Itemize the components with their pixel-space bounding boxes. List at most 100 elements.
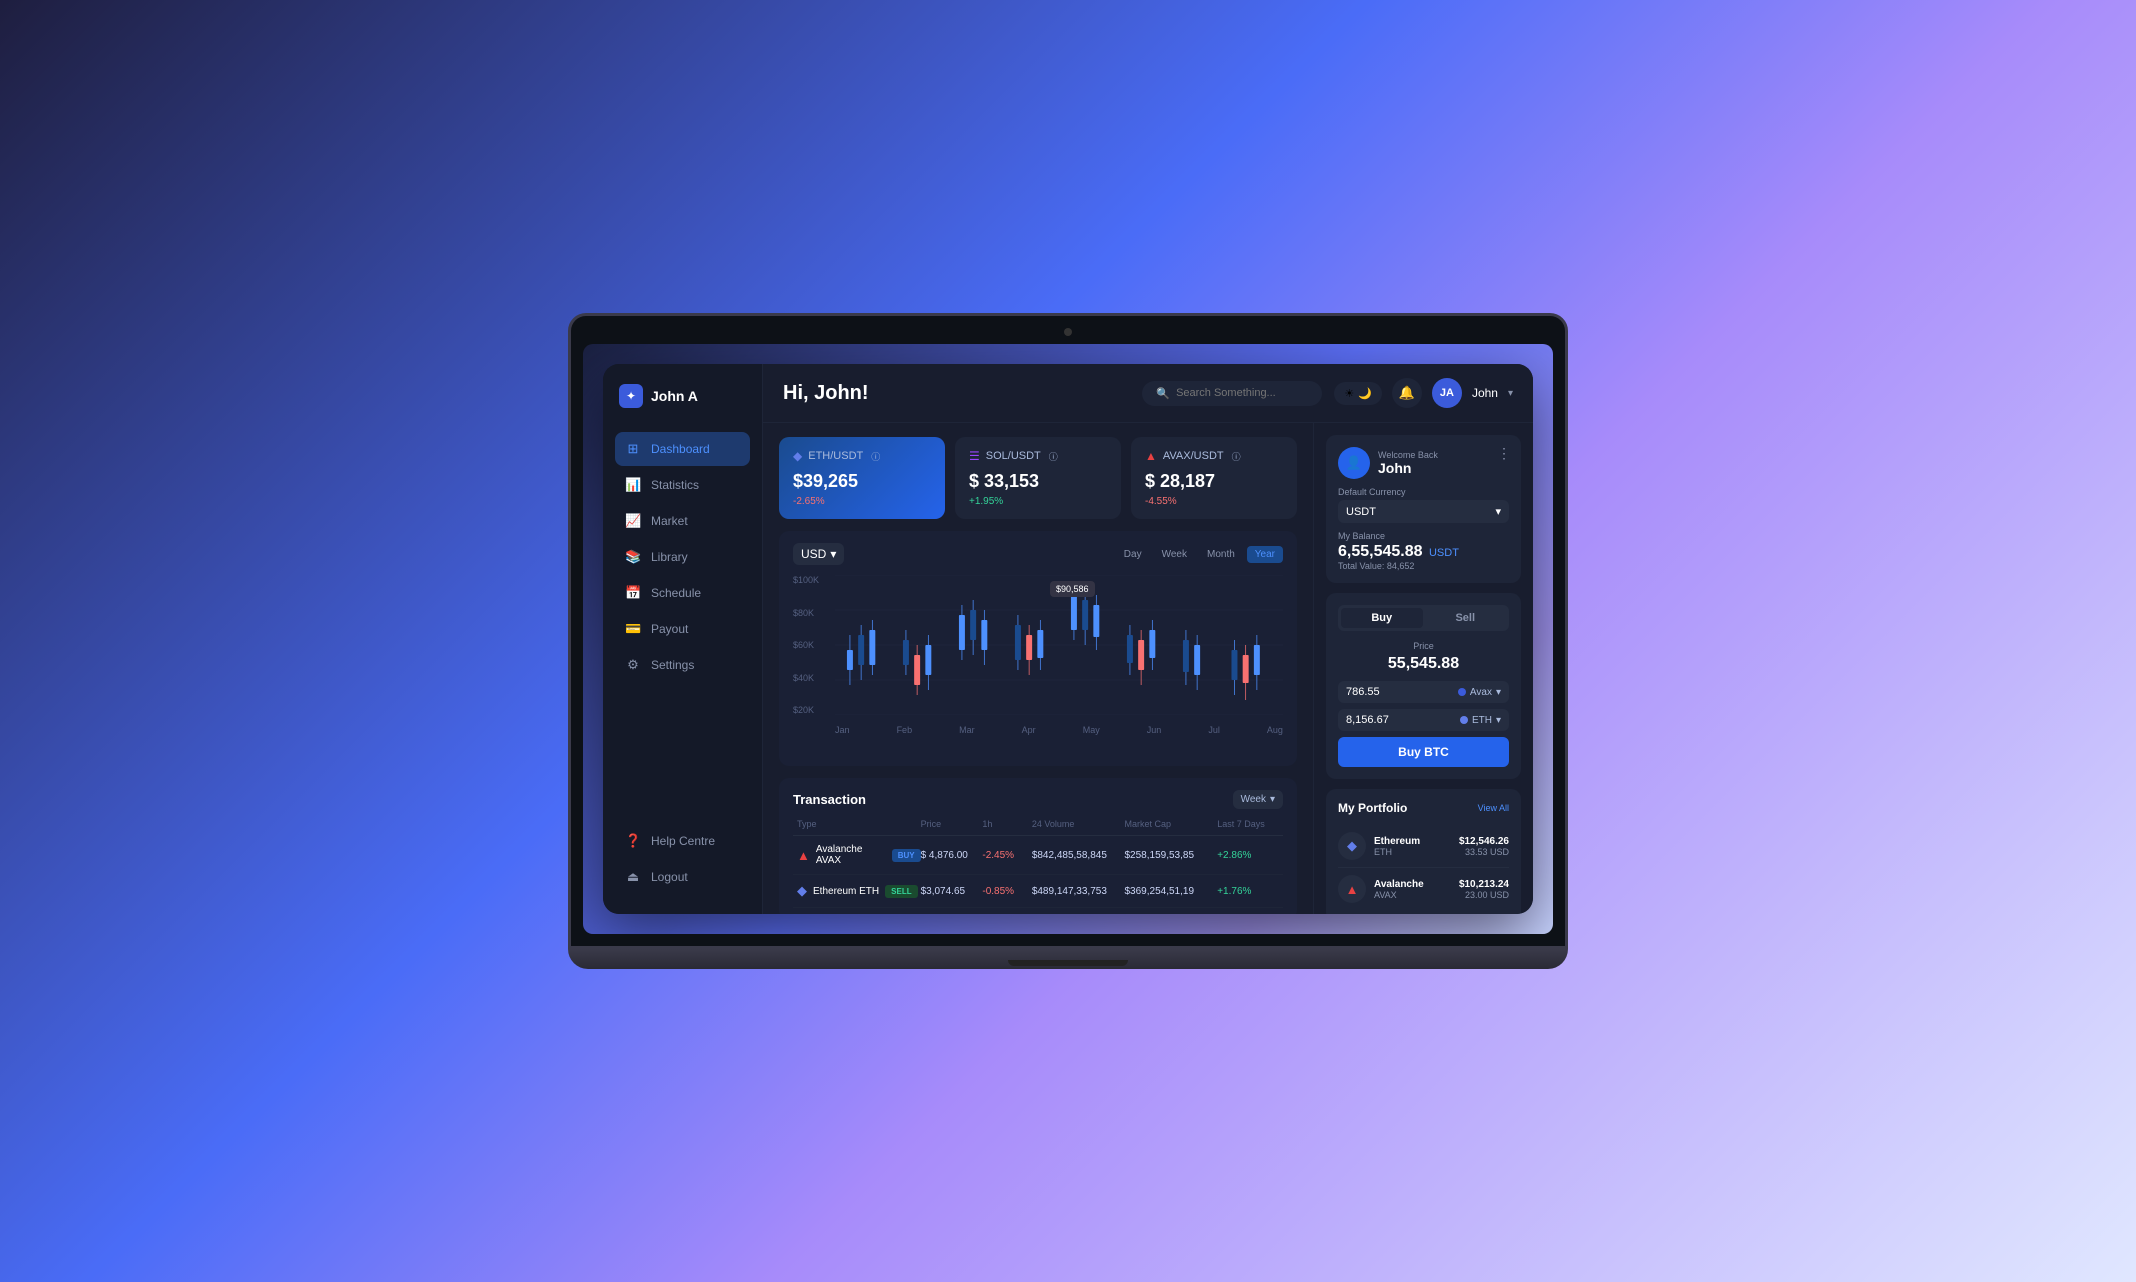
eth-portfolio-amount: $12,546.26 33.53 USD [1459,836,1509,857]
period-day[interactable]: Day [1116,546,1150,563]
payout-icon: 💳 [625,621,641,637]
welcome-info: Welcome Back John [1378,450,1438,476]
chart-container: $100K $80K $60K $40K $20K $90,586 [793,575,1283,735]
portfolio-item-avax[interactable]: ▲ Avalanche AVAX $10,213.24 23.00 USD [1338,868,1509,910]
input-avax[interactable]: 786.55 Avax ▾ [1338,681,1509,703]
row1-volume: $842,485,58,845 [1032,850,1125,861]
avax-portfolio-value: $10,213.24 [1459,879,1509,890]
avax-currency-selector[interactable]: Avax ▾ [1458,687,1501,698]
balance-label: My Balance [1338,531,1509,541]
sidebar-item-dashboard[interactable]: ⊞ Dashboard [615,432,750,466]
sidebar-item-payout[interactable]: 💳 Payout [615,612,750,646]
sidebar-item-help[interactable]: ❓ Help Centre [615,824,750,858]
buy-btc-button[interactable]: Buy BTC [1338,737,1509,767]
dark-mode-button[interactable]: 🌙 [1358,387,1372,400]
sidebar-item-logout[interactable]: ⏏ Logout [615,860,750,894]
row1-1h: -2.45% [982,850,1031,861]
avax-portfolio-icon: ▲ [1338,875,1366,903]
week-selector[interactable]: Week ▾ [1233,790,1283,809]
theme-toggle[interactable]: ☀ 🌙 [1334,382,1382,405]
price-value: 55,545.88 [1338,655,1509,673]
avax-row-icon: ▲ [797,848,810,863]
avatar: JA [1432,378,1462,408]
sidebar-item-statistics[interactable]: 📊 Statistics [615,468,750,502]
sidebar-item-settings[interactable]: ⚙ Settings [615,648,750,682]
chart-tooltip: $90,586 [1050,581,1095,597]
user-name[interactable]: John [1472,386,1498,400]
sidebar-label-market: Market [651,514,688,528]
currency-select[interactable]: USDT ▾ [1338,500,1509,523]
price-label: Price [1338,641,1509,651]
welcome-header: 👤 Welcome Back John [1338,447,1509,479]
eth-portfolio-name: Ethereum [1374,836,1451,847]
nav-items: ⊞ Dashboard 📊 Statistics 📈 Market 📚 [615,432,750,824]
table-row[interactable]: ▲ Avalanche AVAX BUY $ 4,876.00 -2.45% $… [793,836,1283,875]
avax-input-value[interactable]: 786.55 [1346,686,1380,698]
library-icon: 📚 [625,549,641,565]
sidebar-item-market[interactable]: 📈 Market [615,504,750,538]
sidebar-logo: ✦ John A [615,384,750,408]
view-all-button[interactable]: View All [1478,803,1509,813]
ticker-card-sol[interactable]: ☰ SOL/USDT ⓘ $ 33,153 +1.95% [955,437,1121,519]
search-bar[interactable]: 🔍 [1142,381,1322,406]
period-year[interactable]: Year [1247,546,1283,563]
x-label-mar: Mar [959,725,975,735]
transaction-header: Transaction Week ▾ [793,790,1283,809]
period-month[interactable]: Month [1199,546,1243,563]
sol-info-icon: ⓘ [1049,450,1058,463]
y-label-100k: $100K [793,575,819,585]
ticker-card-eth[interactable]: ◆ ETH/USDT ⓘ $39,265 -2.65% [779,437,945,519]
main-content: Hi, John! 🔍 ☀ 🌙 🔔 JA John [763,364,1533,914]
input-eth[interactable]: 8,156.67 ETH ▾ [1338,709,1509,731]
dashboard-icon: ⊞ [625,441,641,457]
buy-tab[interactable]: Buy [1341,608,1423,628]
greeting: Hi, John! [783,382,1130,405]
row2-1h: -0.85% [982,886,1031,897]
eth-portfolio-usd: 33.53 USD [1459,847,1509,857]
more-options-button[interactable]: ⋮ [1497,445,1511,462]
header-right: ☀ 🌙 🔔 JA John ▾ [1334,378,1513,408]
currency-value: USD [801,547,826,561]
col-price: Price [921,819,983,829]
sidebar-label-logout: Logout [651,870,688,884]
x-label-feb: Feb [897,725,913,735]
sidebar-item-schedule[interactable]: 📅 Schedule [615,576,750,610]
sidebar-label-dashboard: Dashboard [651,442,710,456]
eth-currency-selector[interactable]: ETH ▾ [1460,715,1501,726]
chart-section: USD ▾ Day Week Month Year [779,531,1297,766]
ticker-card-avax[interactable]: ▲ AVAX/USDT ⓘ $ 28,187 -4.55% [1131,437,1297,519]
portfolio-header: My Portfolio View All [1338,801,1509,815]
eth-portfolio-icon: ◆ [1338,832,1366,860]
chevron-down-icon[interactable]: ▾ [1508,388,1513,399]
currency-selector[interactable]: USD ▾ [793,543,844,565]
sidebar-label-statistics: Statistics [651,478,699,492]
light-mode-button[interactable]: ☀ [1344,387,1354,400]
portfolio-item-eth[interactable]: ◆ Ethereum ETH $12,546.26 33.53 USD [1338,825,1509,868]
sidebar-item-library[interactable]: 📚 Library [615,540,750,574]
notification-button[interactable]: 🔔 [1392,378,1422,408]
row1-coin-name: Avalanche AVAX [816,844,886,866]
x-label-jan: Jan [835,725,850,735]
ticker-header-sol: ☰ SOL/USDT ⓘ [969,449,1107,463]
settings-icon: ⚙ [625,657,641,673]
avax-info-icon: ⓘ [1232,450,1241,463]
chart-area: $90,586 [835,575,1283,715]
sidebar-bottom: ❓ Help Centre ⏏ Logout [615,824,750,894]
sidebar-logo-text: John A [651,388,698,404]
row2-coin-name: Ethereum ETH [813,886,879,897]
y-label-40k: $40K [793,673,819,683]
period-week[interactable]: Week [1154,546,1195,563]
avax-currency-label: Avax [1470,687,1492,698]
search-input[interactable] [1176,387,1308,399]
eth-input-value[interactable]: 8,156.67 [1346,714,1389,726]
sidebar-label-schedule: Schedule [651,586,701,600]
table-row[interactable]: ◆ Ethereum ETH SELL $3,074.65 -0.85% $48… [793,875,1283,908]
logout-icon: ⏏ [625,869,641,885]
row2-7d: +1.76% [1217,886,1279,897]
week-chevron-icon: ▾ [1270,794,1275,805]
sell-tab[interactable]: Sell [1425,608,1507,628]
welcome-card: ⋮ 👤 Welcome Back John Default Currency [1326,435,1521,583]
sidebar-label-help: Help Centre [651,834,715,848]
balance-amount: 6,55,545.88 [1338,543,1423,560]
row2-mcap: $369,254,51,19 [1125,886,1218,897]
